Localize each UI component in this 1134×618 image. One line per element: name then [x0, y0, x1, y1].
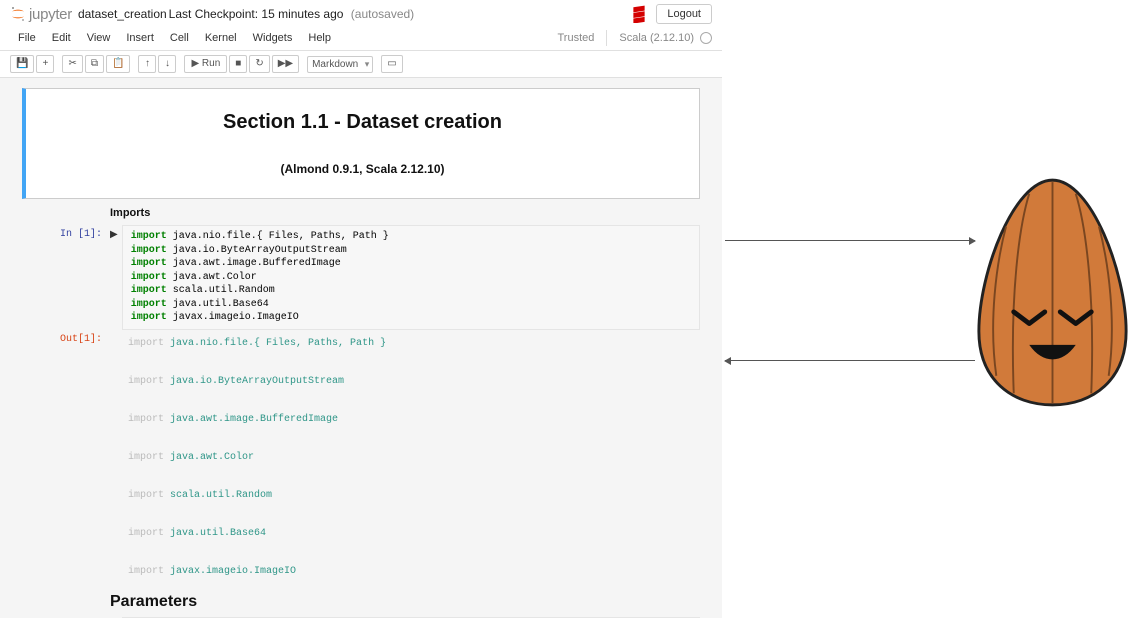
- jupyter-icon: [10, 6, 26, 22]
- cut-button[interactable]: ✂: [62, 55, 82, 73]
- imports-heading: Imports: [110, 207, 714, 219]
- jupyter-logo-text: jupyter: [29, 6, 72, 23]
- toolbar: 💾 + ✂ ⧉ 📋 ↑ ↓ ▶ Run ■ ↻ ▶▶ Markdown ▭: [0, 51, 722, 78]
- run-all-button[interactable]: ▶▶: [272, 55, 299, 73]
- copy-button[interactable]: ⧉: [85, 55, 104, 73]
- jupyter-logo[interactable]: jupyter: [10, 6, 72, 23]
- divider: [606, 30, 607, 46]
- move-up-button[interactable]: ↑: [138, 55, 156, 73]
- run-marker-icon: ▶: [108, 225, 122, 241]
- menu-cell[interactable]: Cell: [162, 26, 197, 50]
- kernel-indicator[interactable]: Scala (2.12.10): [619, 32, 712, 44]
- kernel-name: Scala (2.12.10): [619, 32, 694, 44]
- code-cell-1[interactable]: In [1]: ▶ import java.nio.file.{ Files, …: [22, 225, 700, 585]
- run-button[interactable]: ▶ Run: [184, 55, 227, 73]
- menu-help[interactable]: Help: [300, 26, 339, 50]
- code-output: import java.nio.file.{ Files, Paths, Pat…: [120, 330, 700, 585]
- restart-button[interactable]: ↻: [249, 55, 269, 73]
- stop-button[interactable]: ■: [229, 55, 247, 73]
- cell-type-select[interactable]: Markdown: [307, 56, 373, 73]
- markdown-title-cell[interactable]: Section 1.1 - Dataset creation (Almond 0…: [22, 88, 700, 199]
- scala-icon: [630, 5, 648, 23]
- parameters-heading: Parameters: [110, 593, 714, 611]
- paste-button[interactable]: 📋: [106, 55, 130, 73]
- output-prompt: Out[1]:: [22, 330, 108, 345]
- input-prompt: In [1]:: [22, 225, 108, 240]
- page-title: Section 1.1 - Dataset creation: [56, 111, 669, 134]
- code-input[interactable]: import java.nio.file.{ Files, Paths, Pat…: [122, 225, 700, 330]
- trusted-indicator[interactable]: Trusted: [558, 32, 595, 44]
- notebook-header: jupyter dataset_creation Last Checkpoint…: [0, 0, 722, 26]
- logout-button[interactable]: Logout: [656, 4, 712, 24]
- move-down-button[interactable]: ↓: [158, 55, 176, 73]
- connector-arrows: [725, 232, 975, 392]
- notebook-area[interactable]: Section 1.1 - Dataset creation (Almond 0…: [0, 78, 722, 618]
- add-cell-button[interactable]: +: [36, 55, 54, 73]
- page-subtitle: (Almond 0.9.1, Scala 2.12.10): [56, 162, 669, 176]
- save-button[interactable]: 💾: [10, 55, 34, 73]
- notebook-title-line: dataset_creation Last Checkpoint: 15 min…: [78, 7, 414, 21]
- arrow-left-icon: [724, 357, 731, 365]
- almond-mascot: [975, 175, 1130, 410]
- menu-bar: File Edit View Insert Cell Kernel Widget…: [0, 26, 722, 51]
- command-palette-button[interactable]: ▭: [381, 55, 402, 73]
- jupyter-notebook-panel: jupyter dataset_creation Last Checkpoint…: [0, 0, 722, 618]
- menu-kernel[interactable]: Kernel: [197, 26, 245, 50]
- menu-file[interactable]: File: [10, 26, 44, 50]
- checkpoint-text: Last Checkpoint: 15 minutes ago: [169, 7, 344, 21]
- menu-widgets[interactable]: Widgets: [245, 26, 301, 50]
- autosave-text: (autosaved): [351, 7, 414, 21]
- notebook-name[interactable]: dataset_creation: [78, 7, 167, 21]
- kernel-status-icon: [700, 32, 712, 44]
- menu-view[interactable]: View: [79, 26, 119, 50]
- menu-edit[interactable]: Edit: [44, 26, 79, 50]
- menu-insert[interactable]: Insert: [118, 26, 162, 50]
